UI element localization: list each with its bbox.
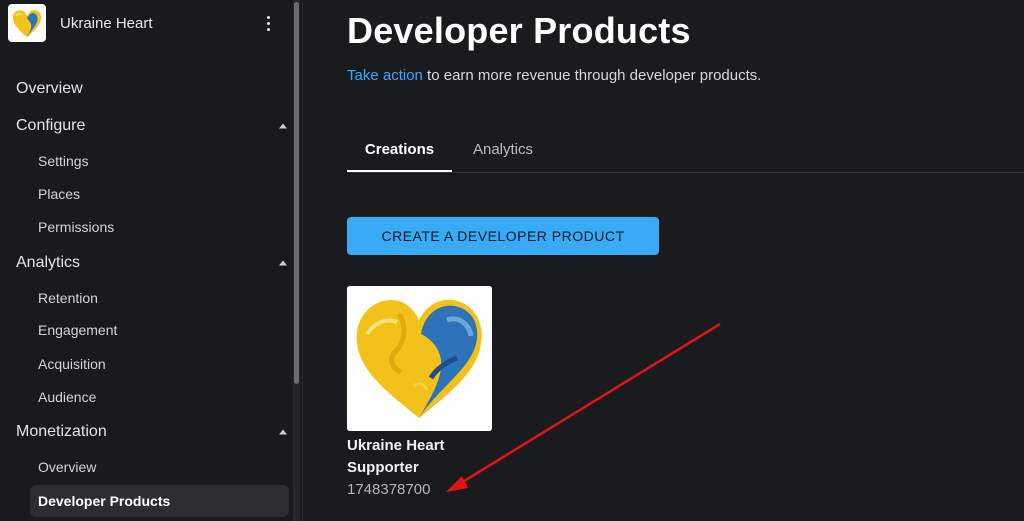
sidebar-item-monetization-overview[interactable]: Overview — [0, 453, 330, 481]
sidebar-item-overview[interactable]: Overview — [0, 74, 308, 104]
sidebar-item-label: Places — [38, 186, 81, 202]
main-content: Developer Products Take action to earn m… — [303, 0, 1024, 521]
sidebar-scrollbar-thumb[interactable] — [294, 2, 299, 384]
page-subtitle: Take action to earn more revenue through… — [347, 67, 761, 84]
sidebar-item-label: Retention — [38, 290, 98, 306]
subtitle-text: to earn more revenue through developer p… — [422, 67, 762, 84]
caret-up-icon[interactable] — [279, 429, 287, 435]
sidebar-item-label: Configure — [16, 117, 86, 134]
sidebar-item-places[interactable]: Places — [0, 180, 330, 208]
sidebar-item-label: Monetization — [16, 423, 107, 440]
sidebar-item-label: Developer Products — [38, 493, 171, 509]
sidebar-item-label: Analytics — [16, 254, 81, 271]
sidebar-item-label: Acquisition — [38, 356, 106, 372]
heart-thumbnail-icon — [8, 4, 46, 42]
tab-analytics[interactable]: Analytics — [452, 128, 554, 171]
sidebar-item-engagement[interactable]: Engagement — [0, 316, 330, 344]
sidebar-item-permissions[interactable]: Permissions — [0, 213, 330, 241]
sidebar-item-label: Permissions — [38, 219, 115, 235]
product-id: 1748378700 — [347, 481, 431, 498]
sidebar-item-label: Overview — [16, 80, 83, 97]
caret-up-icon[interactable] — [279, 123, 287, 129]
caret-up-icon[interactable] — [279, 260, 287, 266]
sidebar-item-label: Audience — [38, 389, 97, 405]
tab-bar: Creations Analytics — [347, 128, 1024, 173]
sidebar-item-analytics[interactable]: Analytics — [0, 248, 308, 278]
sidebar-item-label: Engagement — [38, 322, 118, 338]
tab-creations[interactable]: Creations — [347, 128, 452, 172]
experience-name: Ukraine Heart — [60, 14, 153, 32]
sidebar-item-retention[interactable]: Retention — [0, 284, 330, 312]
experience-header[interactable]: Ukraine Heart — [8, 4, 278, 42]
sidebar-item-configure[interactable]: Configure — [0, 111, 308, 141]
sidebar-item-monetization[interactable]: Monetization — [0, 417, 308, 447]
sidebar: Ukraine Heart Overview Configure Setting… — [0, 0, 292, 521]
sidebar-item-settings[interactable]: Settings — [0, 147, 330, 175]
app-window: Ukraine Heart Overview Configure Setting… — [0, 0, 1024, 521]
sidebar-item-audience[interactable]: Audience — [0, 383, 330, 411]
sidebar-item-label: Settings — [38, 153, 89, 169]
sidebar-item-developer-products[interactable]: Developer Products — [30, 485, 289, 517]
kebab-menu-icon[interactable] — [258, 11, 278, 35]
sidebar-item-acquisition[interactable]: Acquisition — [0, 350, 330, 378]
developer-product-card[interactable]: Ukraine Heart Supporter 1748378700 — [347, 286, 493, 498]
product-name: Ukraine Heart Supporter — [347, 437, 445, 476]
page-title: Developer Products — [347, 10, 691, 51]
sidebar-item-label: Overview — [38, 459, 97, 475]
create-developer-product-button[interactable]: CREATE A DEVELOPER PRODUCT — [347, 217, 659, 255]
yellow-blue-heart-icon[interactable] — [347, 286, 492, 431]
take-action-link[interactable]: Take action — [347, 67, 423, 84]
